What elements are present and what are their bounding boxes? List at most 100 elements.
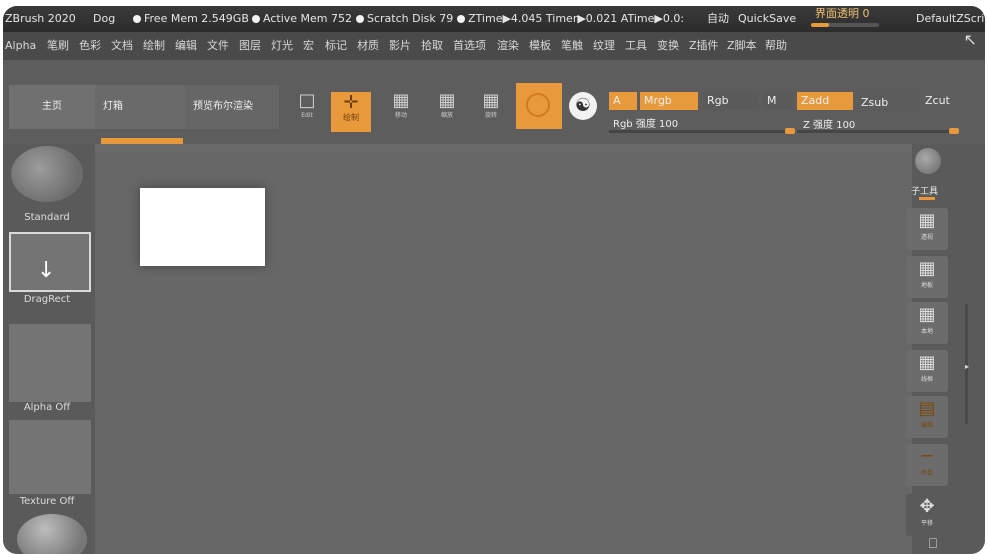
color-picker-icon[interactable]: ☯ <box>569 92 597 120</box>
draw-icon: ✛ <box>343 92 359 113</box>
params-icon: ─ <box>921 446 933 467</box>
rotate-icon: ▦ <box>482 90 500 111</box>
top-shelf: 主页 灯箱 预览布尔渲染 □ Edit ✛ 绘制 ▦ 移动 ▦ 缩放 ▦ 旋转 … <box>3 60 985 144</box>
right-shelf <box>912 144 985 554</box>
edit-button[interactable]: □ Edit <box>289 90 325 126</box>
collapse-arrow-icon[interactable]: ↖ <box>964 32 977 48</box>
menu-item[interactable]: Alpha <box>5 32 36 60</box>
default-zscript-button[interactable]: DefaultZScript <box>916 7 985 31</box>
menu-item[interactable]: 文档 <box>111 32 133 60</box>
free-mem-status: Free Mem 2.549GB <box>133 7 249 31</box>
document-name: Dog <box>93 12 116 25</box>
status-dot-icon <box>457 15 465 23</box>
active-mem-status: Active Mem 752 <box>252 7 352 31</box>
menu-item[interactable]: 拾取 <box>421 32 443 60</box>
stroke-thumbnail[interactable]: ↓ <box>9 232 91 292</box>
quicksave-button[interactable]: QuickSave <box>738 7 796 31</box>
move-button[interactable]: ▦ 移动 <box>383 90 419 126</box>
rgb-toggle[interactable]: Rgb <box>703 92 759 110</box>
lightbox-button[interactable]: 灯箱 <box>95 85 185 129</box>
menu-item[interactable]: 笔刷 <box>47 32 69 60</box>
menu-item[interactable]: 首选项 <box>453 32 486 60</box>
texture-label: Texture Off <box>19 496 75 507</box>
menu-item[interactable]: 材质 <box>357 32 379 60</box>
title-bar: ZBrush 2020 Dog Free Mem 2.549GB Active … <box>3 6 985 32</box>
menu-item[interactable]: 渲染 <box>497 32 519 60</box>
scratch-disk-status: Scratch Disk 79 <box>356 7 453 31</box>
rgb-intensity-slider[interactable] <box>609 128 795 134</box>
menu-item[interactable]: 变换 <box>657 32 679 60</box>
alpha-thumbnail[interactable] <box>9 324 91 402</box>
material-thumbnail[interactable] <box>17 514 87 554</box>
draw-button[interactable]: ✛ 绘制 <box>331 92 371 132</box>
subtool-sphere-icon[interactable] <box>915 148 941 174</box>
z-intensity-slider[interactable] <box>797 128 959 134</box>
alpha-label: Alpha Off <box>23 402 71 413</box>
edit-icon: □ <box>298 90 316 111</box>
polyframe-icon: ▦ <box>918 352 936 373</box>
scale-icon: ▦ <box>438 90 456 111</box>
local-button[interactable]: ▦ 本地 <box>906 302 948 344</box>
pan-button[interactable]: ✥ 平移 <box>906 494 948 536</box>
subtool-label: 子工具 <box>911 187 939 197</box>
bpr-render-button[interactable]: 预览布尔渲染 <box>185 85 279 129</box>
brush-label: Standard <box>24 212 70 223</box>
collapse-shelf-icon[interactable]: ▸ <box>965 362 969 371</box>
menu-item[interactable]: 模板 <box>529 32 551 60</box>
status-dot-icon <box>356 15 364 23</box>
menu-item[interactable]: 图层 <box>239 32 261 60</box>
status-dot-icon <box>252 15 260 23</box>
lock-icon[interactable]: ⎕ <box>923 536 943 554</box>
document-tab-indicator <box>101 138 183 144</box>
menu-item[interactable]: 色彩 <box>79 32 101 60</box>
stroke-label: DragRect <box>23 294 71 305</box>
menu-bar: Alpha 笔刷 色彩 文档 绘制 编辑 文件 图层 灯光 宏 标记 材质 影片… <box>3 32 985 60</box>
menu-item[interactable]: 笔触 <box>561 32 583 60</box>
menu-item[interactable]: 文件 <box>207 32 229 60</box>
menu-item[interactable]: 宏 <box>303 32 314 60</box>
material-swatch[interactable] <box>516 83 562 129</box>
rotate-button[interactable]: ▦ 旋转 <box>473 90 509 126</box>
menu-item[interactable]: Z脚本 <box>727 32 757 60</box>
auto-save-label: 自动 <box>707 12 729 25</box>
menu-item[interactable]: 标记 <box>325 32 347 60</box>
status-dot-icon <box>133 15 141 23</box>
timer-status: ZTime▶4.045 Timer▶0.021 ATime▶0.0: <box>457 7 684 31</box>
scale-button[interactable]: ▦ 缩放 <box>429 90 465 126</box>
menu-item[interactable]: 影片 <box>389 32 411 60</box>
left-tray: Standard ↓ DragRect Alpha Off Texture Of… <box>3 144 95 554</box>
pan-icon: ✥ <box>919 496 935 517</box>
zadd-toggle[interactable]: Zadd <box>797 92 853 110</box>
perspective-icon: ▦ <box>918 210 936 231</box>
move-icon: ▦ <box>392 90 410 111</box>
brush-thumbnail[interactable] <box>11 146 83 202</box>
perspective-button[interactable]: ▦ 透视 <box>906 208 948 250</box>
polyframe-button[interactable]: ▦ 线框 <box>906 350 948 392</box>
menu-item[interactable]: 工具 <box>625 32 647 60</box>
drawn-rectangle[interactable] <box>140 188 265 266</box>
edit-frame-button[interactable]: ▤ 编辑 <box>906 396 948 438</box>
material-sphere-icon <box>526 93 550 117</box>
menu-item[interactable]: 纹理 <box>593 32 615 60</box>
floor-button[interactable]: ▦ 地板 <box>906 256 948 298</box>
alpha-channel-toggle[interactable]: A <box>609 92 637 110</box>
ui-opacity-slider[interactable] <box>811 23 879 27</box>
params-button[interactable]: ─ 参数 <box>906 444 948 486</box>
floor-grid-icon: ▦ <box>918 258 936 279</box>
texture-thumbnail[interactable] <box>9 420 91 494</box>
menu-item[interactable]: 编辑 <box>175 32 197 60</box>
m-toggle[interactable]: M <box>763 92 793 110</box>
app-name: ZBrush 2020 <box>5 12 76 25</box>
menu-item[interactable]: Z插件 <box>689 32 719 60</box>
menu-item[interactable]: 灯光 <box>271 32 293 60</box>
zsub-toggle[interactable]: Zsub <box>857 94 915 112</box>
home-page-button[interactable]: 主页 <box>9 85 95 129</box>
mrgb-toggle[interactable]: Mrgb <box>640 92 698 110</box>
zbrush-window: ZBrush 2020 Dog Free Mem 2.549GB Active … <box>3 6 985 554</box>
menu-item[interactable]: 帮助 <box>765 32 787 60</box>
local-symmetry-icon: ▦ <box>918 304 936 325</box>
zcut-toggle[interactable]: Zcut <box>921 92 961 110</box>
frame-icon: ▤ <box>918 398 936 419</box>
z-intensity-label: Z 强度 100 <box>803 120 856 131</box>
menu-item[interactable]: 绘制 <box>143 32 165 60</box>
